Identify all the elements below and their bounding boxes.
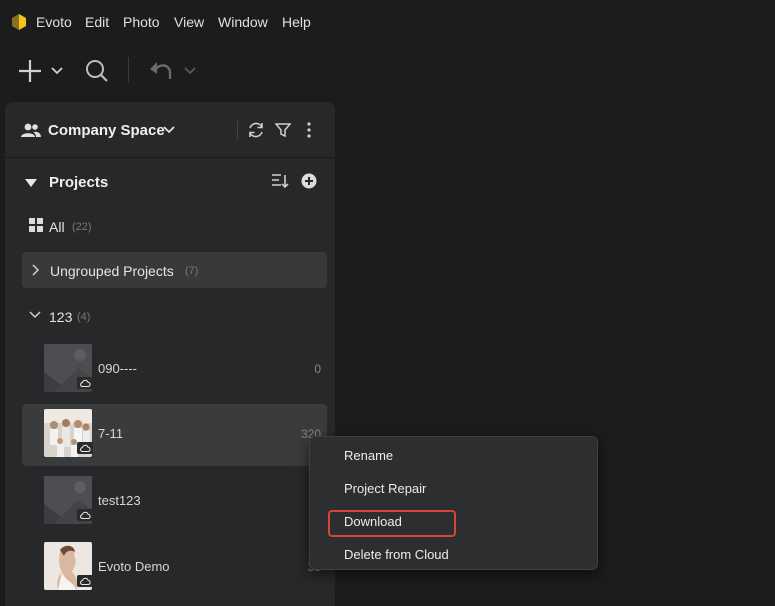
ungrouped-projects-label: Ungrouped Projects — [50, 263, 174, 279]
sort-icon[interactable] — [271, 173, 289, 189]
menu-item-rename[interactable]: Rename — [344, 448, 393, 463]
project-name: 7-11 — [98, 426, 124, 441]
menu-help[interactable]: Help — [282, 14, 311, 30]
ungrouped-projects-row[interactable]: Ungrouped Projects (7) — [22, 252, 327, 288]
undo-icon — [150, 62, 196, 79]
undo-button[interactable] — [148, 58, 200, 84]
menu-app-name[interactable]: Evoto — [36, 14, 72, 30]
menu-edit[interactable]: Edit — [85, 14, 109, 30]
group-count: (4) — [77, 311, 91, 323]
toolbar-separator — [128, 57, 129, 83]
search-button[interactable] — [84, 58, 110, 84]
chevron-down-icon[interactable] — [29, 311, 41, 319]
ungrouped-projects-count: (7) — [185, 265, 199, 277]
sync-icon[interactable] — [247, 121, 265, 139]
project-row[interactable]: test123 — [22, 471, 327, 533]
cloud-icon — [77, 509, 93, 521]
all-projects-item[interactable]: All — [49, 219, 65, 235]
chevron-right-icon — [32, 264, 40, 276]
project-name: test123 — [98, 493, 141, 508]
project-row-selected[interactable]: 7-11 320 — [22, 404, 327, 466]
add-button[interactable] — [18, 58, 66, 84]
evoto-logo-icon — [12, 14, 26, 30]
menu-item-delete-from-cloud[interactable]: Delete from Cloud — [344, 547, 449, 562]
all-projects-count: (22) — [72, 221, 92, 233]
filter-icon[interactable] — [275, 122, 291, 138]
projects-heading[interactable]: Projects — [49, 174, 108, 191]
space-header: Company Space — [5, 102, 335, 157]
grid-icon — [29, 218, 43, 232]
project-name: 090---- — [98, 361, 138, 376]
project-row[interactable]: 090---- 0 — [22, 339, 327, 401]
add-project-icon[interactable] — [301, 173, 317, 189]
menu-item-download[interactable]: Download — [344, 514, 402, 529]
space-selector[interactable]: Company Space — [48, 122, 165, 139]
plus-icon — [19, 60, 63, 82]
project-row[interactable]: Evoto Demo 35 — [22, 537, 327, 599]
cloud-icon — [77, 442, 93, 454]
divider — [5, 157, 335, 158]
menu-view[interactable]: View — [174, 14, 204, 30]
project-name: Evoto Demo — [98, 559, 170, 574]
menu-item-project-repair[interactable]: Project Repair — [344, 481, 426, 496]
menu-bar: Evoto Edit Photo View Window Help — [0, 0, 775, 44]
menu-photo[interactable]: Photo — [123, 14, 160, 30]
project-count: 0 — [314, 362, 321, 376]
cloud-icon — [77, 575, 93, 587]
team-icon — [21, 123, 41, 137]
chevron-down-icon[interactable] — [163, 125, 175, 135]
group-label[interactable]: 123 — [49, 309, 72, 325]
cloud-icon — [77, 377, 93, 389]
more-options-icon[interactable] — [305, 121, 313, 139]
project-sidebar: Company Space Projects All (22) Ungroupe… — [5, 102, 335, 606]
search-icon — [86, 60, 108, 82]
project-context-menu: Rename Project Repair Download Delete fr… — [309, 436, 598, 570]
caret-down-icon[interactable] — [25, 178, 37, 188]
menu-window[interactable]: Window — [218, 14, 268, 30]
header-separator — [237, 121, 238, 139]
